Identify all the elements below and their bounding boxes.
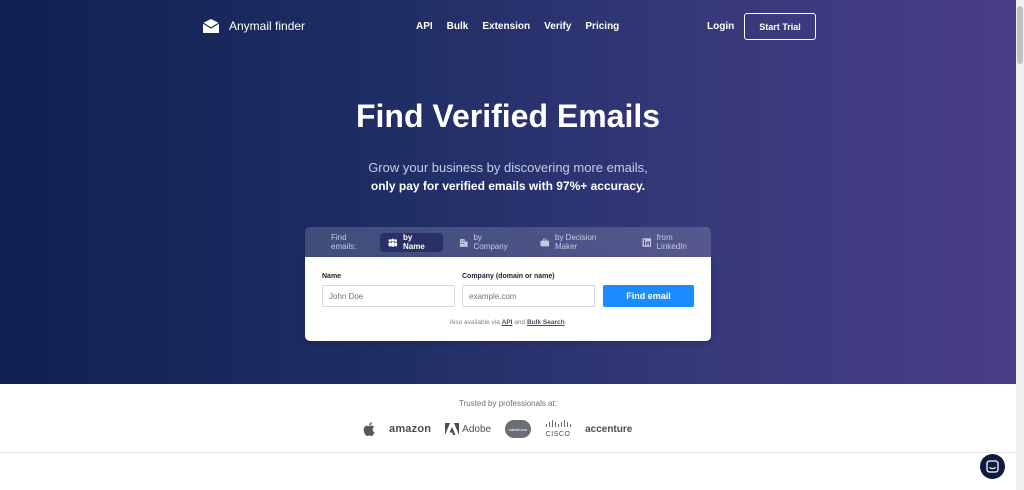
search-card: Name Company (domain or name) Find email… xyxy=(305,257,711,341)
nav-link-verify[interactable]: Verify xyxy=(544,21,571,32)
login-link[interactable]: Login xyxy=(707,21,734,32)
cisco-logo: CISCO xyxy=(545,420,572,438)
amazon-logo: amazon xyxy=(389,423,432,435)
briefcase-icon xyxy=(540,238,550,246)
scrollbar-thumb[interactable] xyxy=(1017,6,1023,64)
trusted-label: Trusted by professionals at: xyxy=(459,399,557,408)
apple-icon xyxy=(363,422,375,436)
chat-icon xyxy=(986,460,999,473)
brand-name: Anymail finder xyxy=(229,19,306,33)
nav-link-bulk[interactable]: Bulk xyxy=(447,21,469,32)
api-link[interactable]: API xyxy=(502,319,513,326)
adobe-wordmark: Adobe xyxy=(462,423,492,435)
accenture-logo: accenture xyxy=(585,423,633,435)
tab-label: from LinkedIn xyxy=(656,233,687,251)
chat-widget-button[interactable] xyxy=(980,454,1005,479)
people-icon xyxy=(388,238,398,247)
salesforce-logo: salesforce xyxy=(505,420,532,438)
find-email-button[interactable]: Find email xyxy=(603,285,694,307)
also-prefix: Also available via xyxy=(449,319,500,326)
also-and: and xyxy=(514,319,526,326)
bulk-search-link[interactable]: Bulk Search xyxy=(527,319,565,326)
hero-subtitle-strong: only pay for verified emails with 97%+ a… xyxy=(370,179,646,193)
apple-logo xyxy=(363,422,375,436)
brand-logo[interactable]: Anymail finder xyxy=(201,16,305,36)
section-divider xyxy=(0,452,1016,453)
name-input[interactable] xyxy=(322,285,455,307)
adobe-icon xyxy=(445,423,460,435)
tab-label: by Name xyxy=(402,233,425,251)
name-field-label: Name xyxy=(322,273,342,280)
also-available-text: Also available via API and Bulk Search. xyxy=(305,319,711,326)
tab-from-linkedin[interactable]: from LinkedIn xyxy=(634,233,711,252)
page-title: Find Verified Emails xyxy=(355,98,661,134)
company-field-label: Company (domain or name) xyxy=(462,273,555,280)
linkedin-icon xyxy=(642,237,652,247)
client-logos: amazon Adobe salesforce CISCO accenture xyxy=(363,418,632,440)
cisco-bars-icon xyxy=(546,420,572,427)
start-trial-button[interactable]: Start Trial xyxy=(744,13,816,40)
company-input[interactable] xyxy=(462,285,595,307)
tabs-label: Find emails: xyxy=(331,233,357,251)
search-tabs: Find emails: by Name by Company by Decis… xyxy=(305,227,711,257)
tab-label: by Company xyxy=(473,233,508,251)
nav-link-pricing[interactable]: Pricing xyxy=(585,21,619,32)
envelope-logo-icon xyxy=(202,19,220,33)
tab-by-name[interactable]: by Name xyxy=(380,232,443,252)
tab-by-company[interactable]: by Company xyxy=(451,233,525,252)
nav-link-api[interactable]: API xyxy=(416,21,433,32)
page-scrollbar[interactable] xyxy=(1016,0,1024,490)
hero-subtitle: Grow your business by discovering more e… xyxy=(368,160,648,175)
also-suffix: . xyxy=(564,319,567,326)
main-nav: API Bulk Extension Verify Pricing xyxy=(416,21,619,32)
tab-by-decision-maker[interactable]: by Decision Maker xyxy=(532,233,626,252)
adobe-logo: Adobe xyxy=(445,423,491,435)
cisco-wordmark: CISCO xyxy=(545,431,571,438)
nav-link-extension[interactable]: Extension xyxy=(482,21,530,32)
tab-label: by Decision Maker xyxy=(555,233,597,251)
building-icon xyxy=(459,238,468,247)
